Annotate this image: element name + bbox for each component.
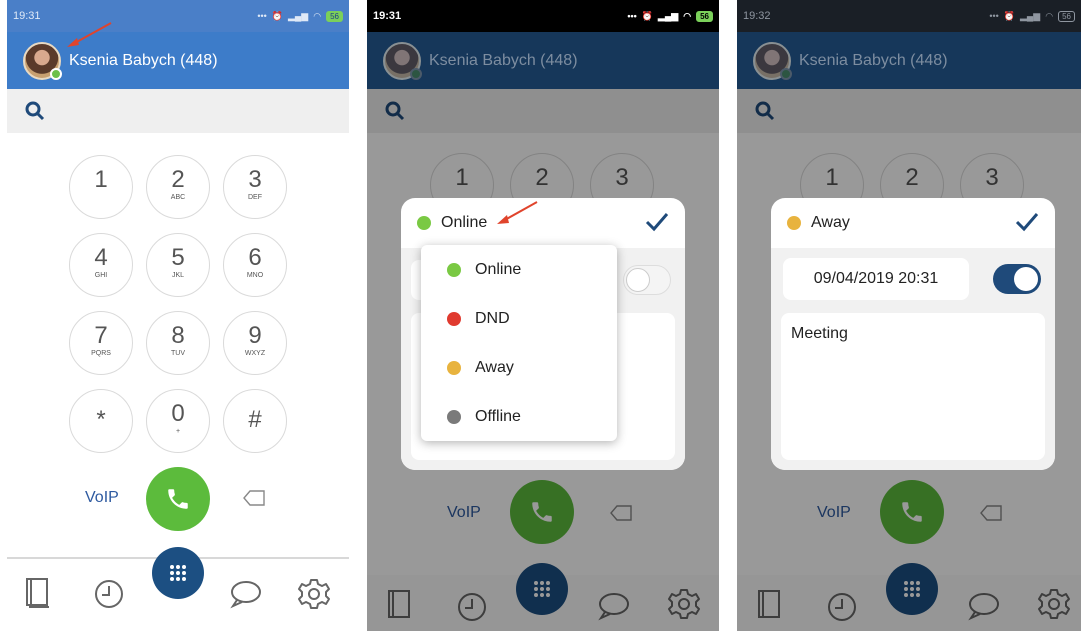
signal-icon: ▂▄▆ <box>658 10 679 21</box>
status-time: 19:31 <box>373 10 402 22</box>
dialog-body: 09/04/2019 20:31 Meeting <box>771 248 1055 470</box>
status-time: 19:31 <box>13 10 41 22</box>
expiry-toggle[interactable] <box>623 265 671 295</box>
avatar[interactable] <box>23 41 62 80</box>
status-dot <box>417 216 431 230</box>
current-status: Online <box>441 214 488 231</box>
annotation-arrow-icon <box>497 201 538 224</box>
call-button[interactable] <box>146 467 210 531</box>
signal-icon: ▂▄▆ <box>288 10 309 21</box>
battery-badge: 56 <box>326 10 343 22</box>
expiry-toggle[interactable] <box>993 264 1041 294</box>
wifi-icon: ◠ <box>313 10 322 21</box>
contacts-icon[interactable] <box>25 577 51 609</box>
presence-dot <box>410 67 422 80</box>
status-option-online[interactable]: Online <box>421 245 617 294</box>
dialpad-key-2[interactable]: 2 ABC <box>146 155 210 219</box>
status-dropdown: Online DND Away Offline <box>421 245 617 441</box>
history-icon[interactable] <box>93 578 125 610</box>
dialpad-key-star[interactable]: * <box>69 389 133 453</box>
user-name: Ksenia Babych (448) <box>799 51 948 69</box>
chat-icon[interactable] <box>229 579 263 609</box>
phone-icon <box>168 489 188 509</box>
checkmark-icon[interactable] <box>645 211 669 233</box>
status-bar: 19:32 ••• ⏰ ▂▄▆ ◠ 56 <box>737 0 1081 32</box>
dialpad-key-hash[interactable]: # <box>223 389 287 453</box>
alarm-icon: ⏰ <box>641 10 653 21</box>
avatar[interactable] <box>753 41 792 80</box>
status-bar: 19:31 ••• ⏰ ▂▄▆ ◠ 56 <box>367 0 719 32</box>
dots-icon: ••• <box>989 11 999 21</box>
current-status: Away <box>811 214 850 231</box>
wifi-icon: ◠ <box>1045 10 1054 21</box>
wifi-icon: ◠ <box>683 10 692 21</box>
status-selector[interactable]: Online <box>401 198 685 248</box>
dialpad-key-9[interactable]: 9 WXYZ <box>223 311 287 375</box>
settings-icon[interactable] <box>297 577 331 611</box>
status-dot <box>447 409 461 424</box>
signal-icon: ▂▄▆ <box>1020 10 1041 21</box>
status-selector[interactable]: Away <box>771 198 1055 248</box>
dots-icon: ••• <box>627 11 637 21</box>
status-time: 19:32 <box>743 10 771 22</box>
dialpad-fab-button[interactable] <box>152 547 204 599</box>
app-header: Ksenia Babych (448) <box>737 32 1081 89</box>
dialpad-key-1[interactable]: 1 <box>69 155 133 219</box>
status-dot <box>447 360 461 375</box>
dots-icon: ••• <box>257 11 267 21</box>
dialpad-key-3[interactable]: 3 DEF <box>223 155 287 219</box>
dialpad-key-0[interactable]: 0 + <box>146 389 210 453</box>
avatar[interactable] <box>383 41 422 80</box>
status-option-dnd[interactable]: DND <box>421 294 617 343</box>
dialpad-icon <box>170 565 186 581</box>
status-option-away[interactable]: Away <box>421 343 617 392</box>
presence-dot <box>50 67 62 80</box>
date-field[interactable]: 09/04/2019 20:31 <box>783 258 969 300</box>
alarm-icon: ⏰ <box>271 10 283 21</box>
dialpad-key-4[interactable]: 4 GHI <box>69 233 133 297</box>
dialpad-key-6[interactable]: 6 MNO <box>223 233 287 297</box>
annotation-arrow-icon <box>67 22 112 47</box>
phone-screen-away-dialog: 19:32 ••• ⏰ ▂▄▆ ◠ 56 Ksenia Babych (448)… <box>737 0 1081 631</box>
checkmark-icon[interactable] <box>1015 211 1039 233</box>
phone-screen-status-menu: 19:31 ••• ⏰ ▂▄▆ ◠ 56 Ksenia Babych (448)… <box>367 0 719 631</box>
presence-dot <box>780 67 792 80</box>
status-dot <box>447 311 461 326</box>
user-name: Ksenia Babych (448) <box>69 51 218 69</box>
dialpad-key-7[interactable]: 7 PQRS <box>69 311 133 375</box>
search-bar[interactable] <box>7 89 349 133</box>
status-bar: 19:31 ••• ⏰ ▂▄▆ ◠ 56 <box>7 0 349 32</box>
phone-screen-dialer: 19:31 ••• ⏰ ▂▄▆ ◠ 56 Ksenia Babych (448)… <box>7 0 349 631</box>
away-dialog: Away 09/04/2019 20:31 Meeting <box>771 198 1055 470</box>
backspace-icon[interactable] <box>243 488 267 508</box>
status-dot <box>447 262 461 277</box>
battery-badge: 56 <box>696 10 713 22</box>
app-header: Ksenia Babych (448) <box>7 32 349 89</box>
app-header: Ksenia Babych (448) <box>367 32 719 89</box>
user-name: Ksenia Babych (448) <box>429 51 578 69</box>
status-dot <box>787 216 801 230</box>
note-field[interactable]: Meeting <box>781 313 1045 460</box>
search-icon[interactable] <box>25 101 45 121</box>
alarm-icon: ⏰ <box>1003 10 1015 21</box>
bottom-nav <box>7 547 349 631</box>
dialpad-key-8[interactable]: 8 TUV <box>146 311 210 375</box>
dialpad-key-5[interactable]: 5 JKL <box>146 233 210 297</box>
battery-badge: 56 <box>1058 10 1075 22</box>
status-option-offline[interactable]: Offline <box>421 392 617 441</box>
voip-label[interactable]: VoIP <box>85 489 119 507</box>
